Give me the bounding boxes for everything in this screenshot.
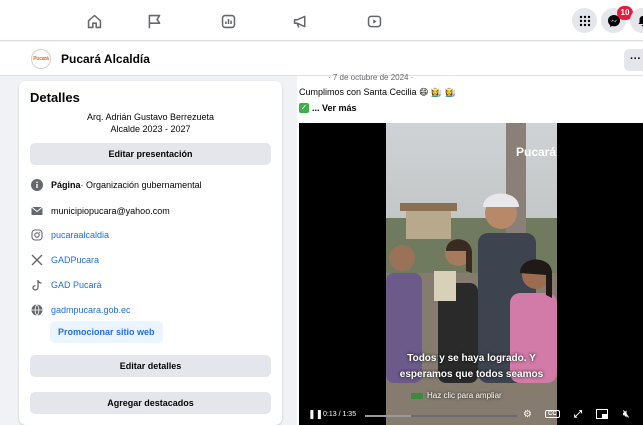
captions-icon[interactable]: CC [545, 410, 560, 418]
category-row: Página · Organización gubernamental [30, 178, 202, 192]
check-emoji-icon: ✓ [299, 103, 309, 113]
tiktok-link[interactable]: GAD Pucará [51, 280, 102, 290]
enlarge-hint-text: Haz clic para ampliar [427, 391, 502, 400]
details-card: Detalles Arq. Adrián Gustavo Berrezueta … [19, 81, 282, 425]
envelope-icon [30, 204, 44, 218]
notifications-icon[interactable] [630, 8, 643, 33]
page-name[interactable]: Pucará Alcaldía [61, 52, 150, 66]
x-row: GADPucara [30, 253, 99, 267]
edit-details-button[interactable]: Editar detalles [30, 355, 271, 377]
page-logo[interactable]: Pucará [31, 49, 51, 69]
megaphone-icon[interactable] [290, 11, 310, 31]
tiktok-icon [30, 278, 44, 292]
subtitle-line-2: esperamos que todos seamos [399, 369, 544, 380]
more-options-button[interactable]: ··· [624, 49, 643, 71]
promote-website-button[interactable]: Promocionar sitio web [50, 321, 163, 343]
website-link[interactable]: gadmpucara.gob.ec [51, 305, 131, 315]
email-row: municipiopucara@yahoo.com [30, 204, 170, 218]
see-more-link[interactable]: ... Ver más [312, 103, 357, 113]
page-header-bar: Pucará Pucará Alcaldía ··· [0, 42, 643, 76]
category-value: · Organización gubernamental [80, 180, 202, 190]
mute-icon[interactable]: 🔇︎ [623, 409, 629, 420]
video-timecode: 0:13 / 1:35 [323, 411, 357, 418]
top-navigation-bar: 10 [0, 0, 643, 41]
see-more-row: ✓ ... Ver más [299, 103, 357, 113]
instagram-icon [30, 228, 44, 242]
video-buffer [365, 415, 411, 417]
email-text[interactable]: municipiopucara@yahoo.com [51, 206, 170, 216]
info-icon [30, 178, 44, 192]
flag-icon[interactable] [144, 11, 164, 31]
instagram-row: pucaraalcaldia [30, 228, 109, 242]
picture-in-picture-icon[interactable] [596, 409, 608, 421]
insights-icon[interactable] [218, 11, 238, 31]
x-link[interactable]: GADPucara [51, 255, 99, 265]
home-icon[interactable] [84, 11, 104, 31]
globe-icon [30, 303, 44, 317]
details-title: Detalles [30, 90, 80, 105]
post-date[interactable]: · 7 de octubre de 2024 · [328, 73, 413, 82]
video-player[interactable]: Pucará Todos y se haya logrado. Y espera… [299, 123, 643, 425]
enlarge-hint[interactable]: Haz clic para ampliar [411, 391, 502, 400]
post-caption: Cumplimos con Santa Cecilia 😄 👩‍🌾 👩‍🌾 [299, 87, 456, 97]
hint-arrow-icon [411, 392, 423, 399]
bio-line-1: Arq. Adrián Gustavo Berrezueta [86, 112, 215, 122]
instagram-link[interactable]: pucaraalcaldia [51, 230, 109, 240]
website-row: gadmpucara.gob.ec [30, 303, 131, 317]
video-watermark: Pucará [516, 145, 556, 159]
x-logo-icon [30, 253, 44, 267]
apps-grid-icon[interactable] [572, 8, 597, 33]
post-card: · 7 de octubre de 2024 · Cumplimos con S… [297, 73, 643, 425]
fullscreen-icon[interactable]: ⤢ [574, 409, 582, 420]
add-featured-button[interactable]: Agregar destacados [30, 392, 271, 414]
tiktok-row: GAD Pucará [30, 278, 102, 292]
bio-line-2: Alcalde 2023 - 2027 [110, 124, 191, 134]
edit-presentation-button[interactable]: Editar presentación [30, 143, 271, 165]
settings-gear-icon[interactable]: ⚙ [523, 409, 532, 420]
subtitle-line-1: Todos y se haya logrado. Y [407, 353, 536, 364]
category-label: Página [51, 180, 81, 190]
video-icon[interactable] [364, 11, 384, 31]
page-logo-text: Pucará [33, 56, 49, 62]
video-progress-bar[interactable] [365, 415, 517, 417]
pause-icon[interactable]: ❚❚ [308, 409, 323, 420]
